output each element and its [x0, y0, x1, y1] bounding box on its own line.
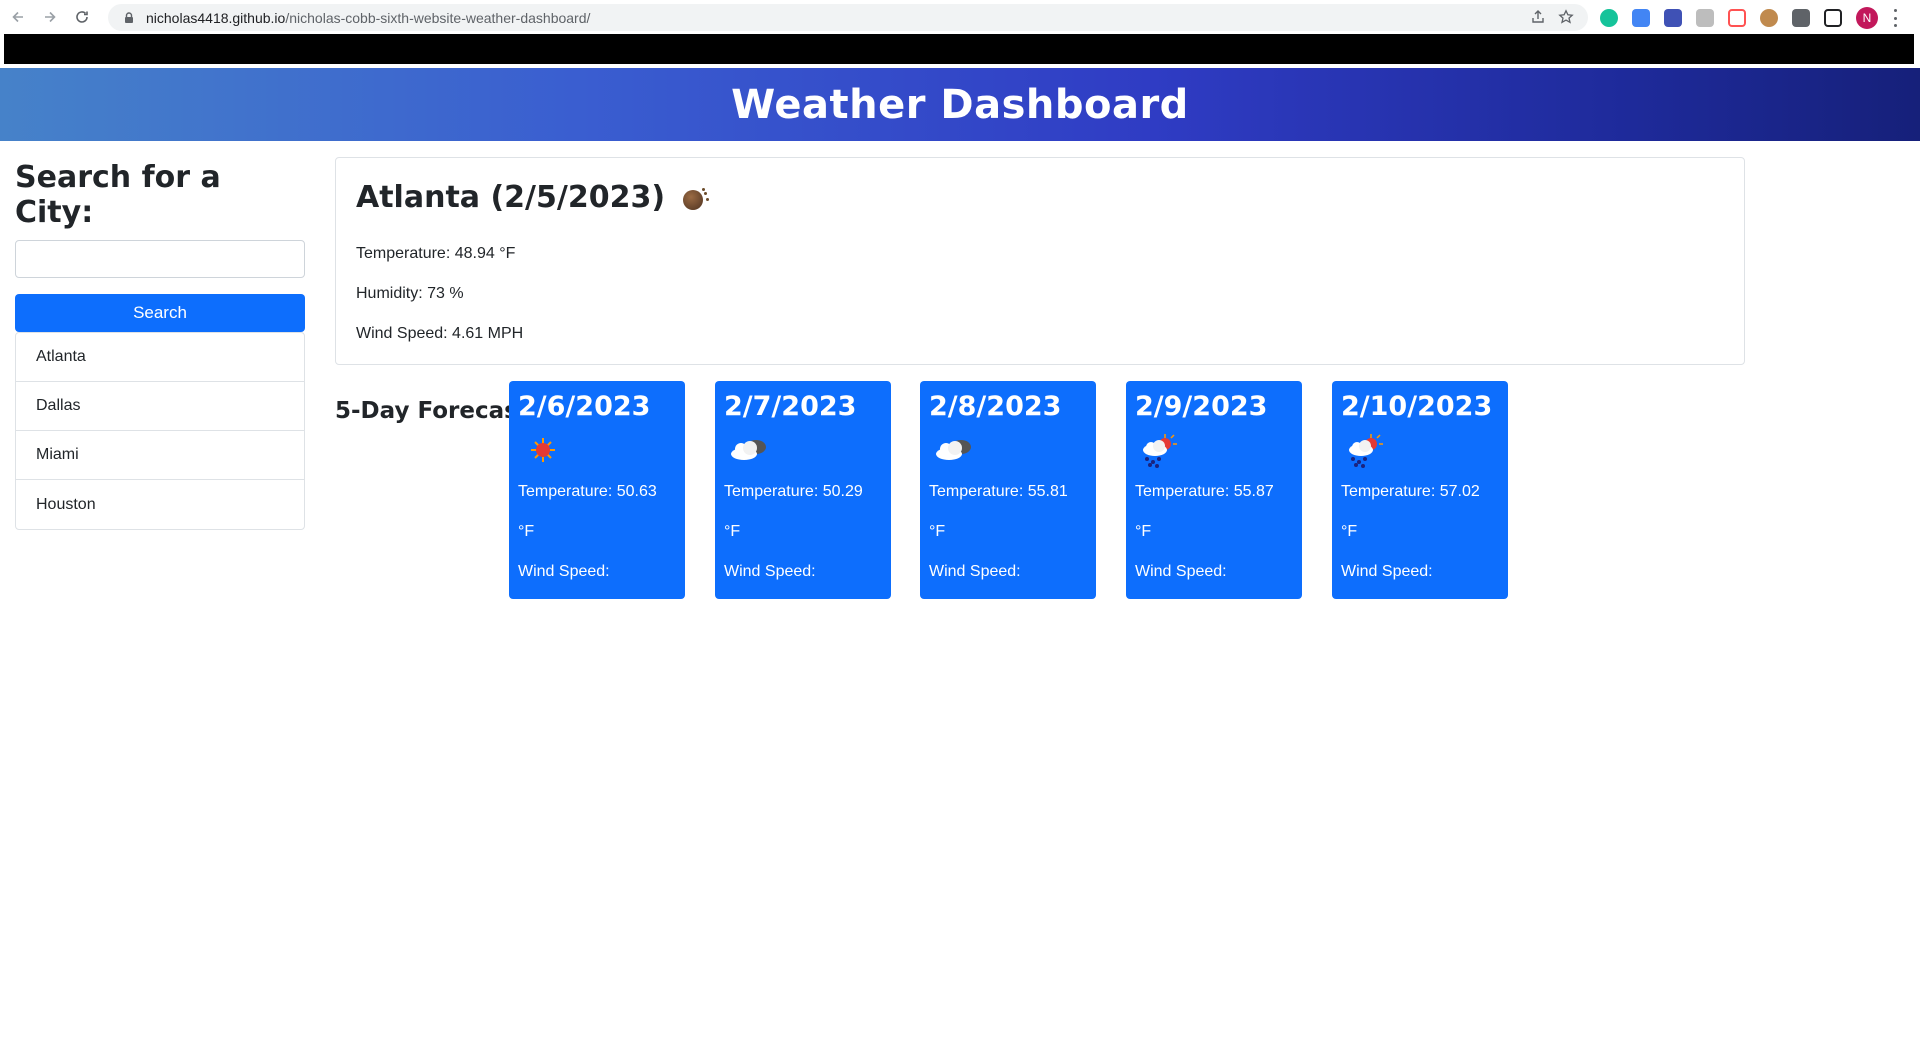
history-item-houston[interactable]: Houston — [16, 480, 304, 529]
forecast-date: 2/6/2023 — [518, 391, 651, 422]
camera-icon[interactable] — [1664, 9, 1682, 27]
lock-icon — [125, 11, 133, 23]
forecast-card: 2/10/2023 Temperature: 57.02 °F Wind Spe… — [1332, 381, 1508, 660]
forecast-humidity: Humidity: 92% — [1135, 643, 1239, 660]
forecast-temperature: Temperature: 57.02 °F — [1341, 483, 1480, 540]
current-wind: Wind Speed: 4.61 MPH — [356, 325, 524, 342]
forecast-temperature: Temperature: 50.63 °F — [518, 483, 657, 540]
forecast-card: 2/8/2023 Temperature: 55.81 °F Wind Spee… — [920, 381, 1096, 660]
arrow-right-icon — [45, 11, 56, 23]
share-icon[interactable] — [1530, 9, 1546, 25]
search-history-list: Atlanta Dallas Miami Houston — [15, 332, 305, 530]
bookmark-star-icon[interactable] — [1558, 9, 1574, 25]
rain-sun-icon — [1341, 430, 1391, 470]
reload-button[interactable] — [68, 3, 96, 31]
forward-button[interactable] — [36, 3, 64, 31]
forecast-card: 2/9/2023 Temperature: 55.87 °F Wind Spee… — [1126, 381, 1302, 660]
extension-grey-icon[interactable] — [1696, 9, 1714, 27]
forecast-date: 2/10/2023 — [1341, 391, 1493, 422]
black-banner — [4, 34, 1914, 64]
forecast-date: 2/8/2023 — [929, 391, 1062, 422]
forecast-date: 2/9/2023 — [1135, 391, 1268, 422]
sidepanel-icon[interactable] — [1824, 9, 1842, 27]
clear-night-icon — [681, 184, 710, 212]
browser-toolbar: nicholas4418.github.io/nicholas-cobb-six… — [0, 0, 1920, 34]
forecast-card: 2/6/2023 Temperature: 50.63 °F Wind Spee… — [509, 381, 685, 660]
search-sidebar: Search for a City: Search Atlanta Dallas… — [15, 160, 305, 530]
url-host: nicholas4418.github.io — [146, 9, 286, 26]
address-bar[interactable]: nicholas4418.github.io/nicholas-cobb-six… — [108, 4, 1588, 31]
rain-sun-icon — [1135, 430, 1185, 470]
current-temperature: Temperature: 48.94 °F — [356, 245, 516, 262]
forecast-heading: 5-Day Forecast: — [335, 398, 539, 424]
forecast-wind: Wind Speed: 5.14MPH — [724, 563, 816, 620]
forecast-card: 2/7/2023 Temperature: 50.29 °F Wind Spee… — [715, 381, 891, 660]
city-search-input[interactable] — [15, 240, 305, 278]
extensions-bar: N — [1600, 7, 1898, 29]
forecast-humidity: Humidity: 53% — [518, 643, 622, 660]
cloud-icon — [929, 430, 979, 470]
forecast-temperature: Temperature: 55.87 °F — [1135, 483, 1274, 540]
search-heading: Search for a City: — [15, 160, 221, 230]
forecast-wind: Wind Speed: 4.29MPH — [518, 563, 610, 620]
profile-avatar[interactable]: N — [1856, 7, 1878, 29]
puzzle-icon[interactable] — [1792, 9, 1810, 27]
reload-icon — [76, 11, 88, 23]
forecast-wind: Wind Speed: 5.35MPH — [1341, 563, 1433, 620]
forecast-humidity: Humidity: 98% — [1341, 643, 1445, 660]
grammarly-icon[interactable] — [1600, 9, 1618, 27]
search-button[interactable]: Search — [15, 294, 305, 332]
history-item-miami[interactable]: Miami — [16, 431, 304, 480]
arrow-left-icon — [12, 11, 23, 23]
translate-icon[interactable] — [1632, 9, 1650, 27]
history-item-atlanta[interactable]: Atlanta — [16, 333, 304, 382]
browser-menu-icon[interactable] — [1892, 9, 1898, 27]
forecast-humidity: Humidity: 54% — [724, 643, 828, 660]
page-title: Weather Dashboard — [731, 81, 1189, 128]
forecast-date: 2/7/2023 — [724, 391, 857, 422]
forecast-temperature: Temperature: 50.29 °F — [724, 483, 863, 540]
current-humidity: Humidity: 73 % — [356, 285, 464, 302]
forecast-temperature: Temperature: 55.81 °F — [929, 483, 1068, 540]
sun-icon — [518, 430, 568, 470]
forecast-humidity: Humidity: 72% — [929, 643, 1033, 660]
back-button[interactable] — [4, 3, 32, 31]
url-path: /nicholas-cobb-sixth-website-weather-das… — [285, 9, 591, 26]
history-item-dallas[interactable]: Dallas — [16, 382, 304, 431]
cloud-icon — [724, 430, 774, 470]
current-city-title: Atlanta (2/5/2023) — [356, 180, 666, 215]
forecast-wind: Wind Speed: 7.25MPH — [1135, 563, 1227, 620]
forecast-wind: Wind Speed: 6.55MPH — [929, 563, 1021, 620]
current-weather-card: Atlanta (2/5/2023) Temperature: 48.94 °F… — [335, 157, 1745, 365]
page-header: Weather Dashboard — [0, 68, 1920, 141]
cookie-icon[interactable] — [1760, 9, 1778, 27]
recorder-icon[interactable] — [1728, 9, 1746, 27]
